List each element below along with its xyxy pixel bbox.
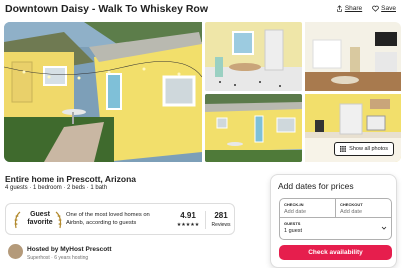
checkin-field[interactable]: CHECK-IN Add date: [280, 199, 336, 218]
main-photo[interactable]: [4, 22, 202, 162]
guests-value: 1 guest: [284, 228, 303, 234]
reviews-label: Reviews: [211, 222, 231, 228]
show-all-photos-label: Show all photos: [349, 146, 388, 152]
check-availability-button[interactable]: Check availability: [279, 245, 392, 260]
listing-actions: Share Save: [336, 5, 396, 12]
guest-favorite-line1: Guest: [30, 211, 50, 218]
reviews-count[interactable]: 281: [208, 211, 234, 220]
share-icon: [336, 5, 342, 12]
checkout-field[interactable]: CHECKOUT Add date: [336, 199, 392, 218]
guest-favorite-description: One of the most loved homes on Airbnb, a…: [66, 212, 150, 226]
guest-favorite-line2: favorite: [27, 219, 53, 226]
show-all-photos-button[interactable]: Show all photos: [334, 142, 394, 156]
host-avatar[interactable]: [8, 244, 23, 259]
grid-icon: [340, 146, 347, 152]
date-guest-picker: CHECK-IN Add date CHECKOUT Add date GUES…: [279, 198, 392, 240]
rating-stars: ★★★★★: [176, 222, 200, 228]
laurel-right-icon: [55, 211, 62, 229]
host-name: Hosted by MyHost Prescott: [27, 246, 112, 253]
checkout-label: CHECKOUT: [340, 202, 363, 207]
guest-favorite-label: Guest favorite: [25, 211, 55, 227]
checkout-value: Add date: [340, 209, 363, 215]
checkin-label: CHECK-IN: [284, 202, 304, 207]
photo-living-room[interactable]: [305, 22, 401, 91]
chevron-down-icon: [381, 226, 387, 230]
divider: [205, 211, 206, 229]
photo-gallery: Show all photos: [4, 22, 401, 162]
booking-card: Add dates for prices CHECK-IN Add date C…: [270, 174, 397, 268]
guests-label: GUESTS: [284, 221, 301, 226]
guests-field[interactable]: GUESTS 1 guest: [280, 218, 392, 240]
guest-favorite-banner[interactable]: Guest favorite One of the most loved hom…: [5, 203, 235, 235]
save-label: Save: [381, 5, 396, 12]
laurel-left-icon: [14, 211, 21, 229]
share-label: Share: [344, 5, 363, 12]
rating-value: 4.91: [180, 211, 196, 220]
heart-icon: [372, 5, 379, 12]
listing-subtitle: Entire home in Prescott, Arizona: [5, 174, 136, 184]
booking-heading: Add dates for prices: [278, 181, 354, 191]
photo-exterior-back[interactable]: [205, 94, 302, 162]
listing-details: 4 guests · 1 bedroom · 2 beds · 1 bath: [5, 185, 108, 191]
share-button[interactable]: Share: [336, 5, 362, 12]
listing-title: Downtown Daisy - Walk To Whiskey Row: [5, 3, 209, 15]
photo-dining[interactable]: [205, 22, 302, 91]
save-button[interactable]: Save: [372, 5, 396, 12]
checkin-value: Add date: [284, 209, 307, 215]
host-meta: Superhost · 6 years hosting: [27, 255, 89, 261]
